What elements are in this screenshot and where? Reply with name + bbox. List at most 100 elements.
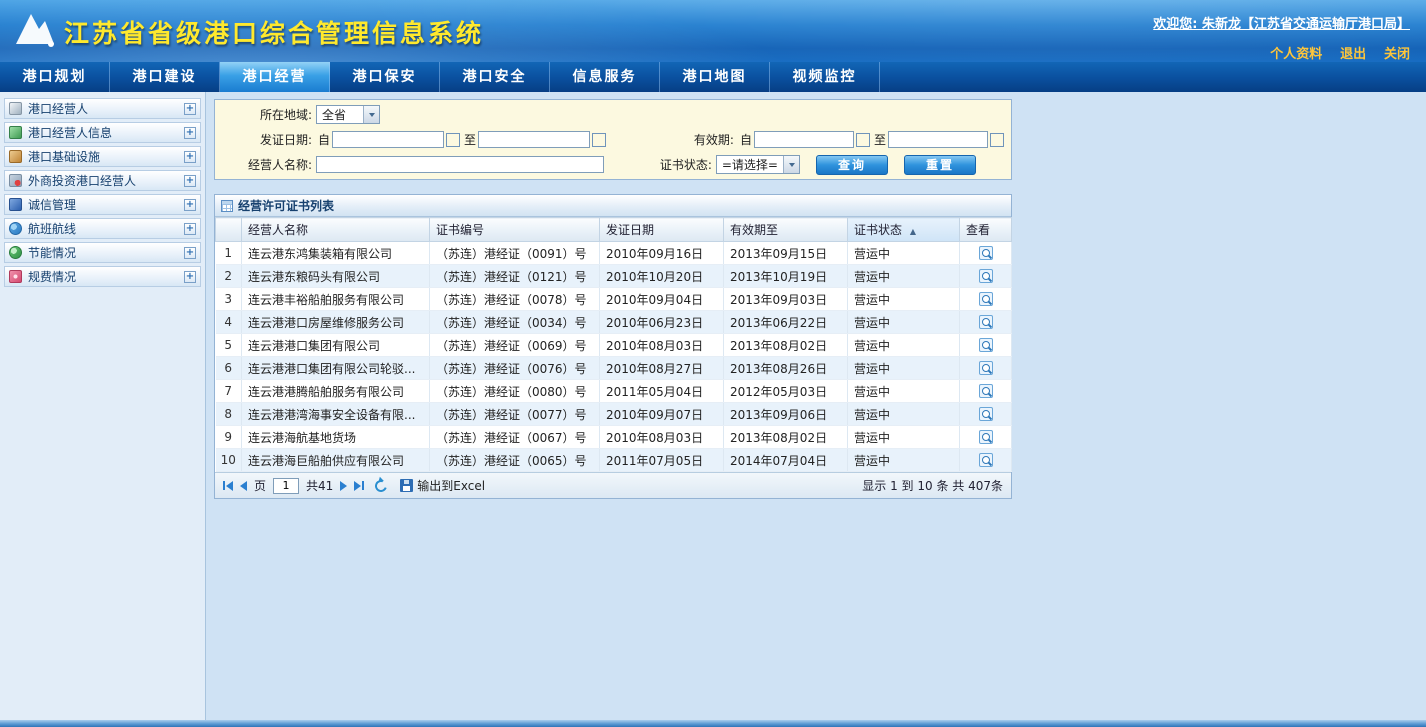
view-icon[interactable] [979,407,993,421]
tab-port-security[interactable]: 港口保安 [330,62,440,92]
operator-info-icon [9,126,22,139]
view-icon[interactable] [979,269,993,283]
expand-icon[interactable]: + [184,103,196,115]
sidebar-item-label: 港口经营人信息 [28,124,184,141]
view-icon[interactable] [979,315,993,329]
table-row[interactable]: 6 连云港港口集团有限公司轮驳... （苏连）港经证（0076）号 2010年0… [216,357,1012,380]
view-icon[interactable] [979,246,993,260]
column-header-valid-until[interactable]: 有效期至 [724,218,848,242]
column-header-cert-no[interactable]: 证书编号 [430,218,600,242]
tab-port-operation[interactable]: 港口经营 [220,62,330,92]
view-icon[interactable] [979,292,993,306]
table-row[interactable]: 3 连云港丰裕船舶服务有限公司 （苏连）港经证（0078）号 2010年09月0… [216,288,1012,311]
table-row[interactable]: 4 连云港港口房屋维修服务公司 （苏连）港经证（0034）号 2010年06月2… [216,311,1012,334]
operator-name-input[interactable] [316,156,604,173]
status-select[interactable]: =请选择= [716,155,800,174]
sidebar-item-label: 航班航线 [28,220,184,237]
table-row[interactable]: 5 连云港港口集团有限公司 （苏连）港经证（0069）号 2010年08月03日… [216,334,1012,357]
energy-icon [9,246,22,259]
expand-icon[interactable]: + [184,127,196,139]
table-row[interactable]: 2 连云港东粮码头有限公司 （苏连）港经证（0121）号 2010年10月20日… [216,265,1012,288]
pagination-bar: 页 共41 输出到Excel 显示 1 到 10 条 共 407条 [215,472,1011,498]
issue-date-label: 发证日期: [220,131,316,148]
license-table: 经营人名称 证书编号 发证日期 有效期至 证书状态 ▲ 查看 1 连 [215,217,1012,472]
sidebar-item-operator-info[interactable]: 港口经营人信息 + [4,122,201,143]
validity-to-input[interactable] [888,131,988,148]
tab-port-safety[interactable]: 港口安全 [440,62,550,92]
sidebar-item-port-operator[interactable]: 港口经营人 + [4,98,201,119]
status-select-value: =请选择= [717,156,783,173]
expand-icon[interactable]: + [184,199,196,211]
calendar-icon[interactable] [592,133,606,147]
prev-page-button[interactable] [240,481,247,491]
page-input[interactable] [273,478,299,494]
tab-port-planning[interactable]: 港口规划 [0,62,110,92]
sidebar-item-routes[interactable]: 航班航线 + [4,218,201,239]
region-select[interactable]: 全省 [316,105,380,124]
view-icon[interactable] [979,430,993,444]
document-icon [9,102,22,115]
sidebar-item-label: 规费情况 [28,268,184,285]
table-title-bar: 经营许可证书列表 [215,195,1011,217]
column-header-name[interactable]: 经营人名称 [242,218,430,242]
view-icon[interactable] [979,338,993,352]
calendar-icon[interactable] [990,133,1004,147]
sidebar: 港口经营人 + 港口经营人信息 + 港口基础设施 + 外商投资港口经营人 + 诚… [0,92,206,720]
table-row[interactable]: 1 连云港东鸿集装箱有限公司 （苏连）港经证（0091）号 2010年09月16… [216,242,1012,265]
expand-icon[interactable]: + [184,247,196,259]
table-row[interactable]: 8 连云港港湾海事安全设备有限... （苏连）港经证（0077）号 2010年0… [216,403,1012,426]
sidebar-item-label: 节能情况 [28,244,184,261]
logout-link[interactable]: 退出 [1340,47,1366,62]
sidebar-item-infrastructure[interactable]: 港口基础设施 + [4,146,201,167]
last-page-button[interactable] [354,481,364,491]
sidebar-item-credit-management[interactable]: 诚信管理 + [4,194,201,215]
tab-port-construction[interactable]: 港口建设 [110,62,220,92]
issue-date-from-input[interactable] [332,131,444,148]
expand-icon[interactable]: + [184,223,196,235]
table-row[interactable]: 10 连云港海巨船舶供应有限公司 （苏连）港经证（0065）号 2011年07月… [216,449,1012,472]
license-table-panel: 经营许可证书列表 经营人名称 证书编号 发证日期 有效期至 证书状态 [214,194,1012,499]
column-header-status[interactable]: 证书状态 ▲ [848,218,960,242]
export-excel-button[interactable]: 输出到Excel [400,477,485,494]
view-icon[interactable] [979,453,993,467]
status-header-label: 证书状态 [854,223,902,237]
welcome-text: 欢迎您: 朱新龙【江苏省交通运输厅港口局】 [1153,13,1410,32]
expand-icon[interactable]: + [184,175,196,187]
column-header-index [216,218,242,242]
sidebar-item-energy-saving[interactable]: 节能情况 + [4,242,201,263]
query-button[interactable]: 查询 [816,155,888,175]
table-row[interactable]: 7 连云港港腾船舶服务有限公司 （苏连）港经证（0080）号 2011年05月0… [216,380,1012,403]
to-label: 至 [464,131,476,148]
validity-from-input[interactable] [754,131,854,148]
calendar-icon[interactable] [856,133,870,147]
reset-button[interactable]: 重置 [904,155,976,175]
first-page-button[interactable] [223,481,233,491]
expand-icon[interactable]: + [184,271,196,283]
expand-icon[interactable]: + [184,151,196,163]
tab-port-map[interactable]: 港口地图 [660,62,770,92]
close-link[interactable]: 关闭 [1384,47,1410,62]
record-summary: 显示 1 到 10 条 共 407条 [862,477,1003,494]
column-header-issue-date[interactable]: 发证日期 [600,218,724,242]
calendar-icon[interactable] [446,133,460,147]
tab-video-monitor[interactable]: 视频监控 [770,62,880,92]
main-nav: 港口规划 港口建设 港口经营 港口保安 港口安全 信息服务 港口地图 视频监控 [0,62,1426,92]
refresh-icon[interactable] [373,478,389,494]
tab-information-service[interactable]: 信息服务 [550,62,660,92]
from-label: 自 [740,131,752,148]
from-label: 自 [318,131,330,148]
table-row[interactable]: 9 连云港海航基地货场 （苏连）港经证（0067）号 2010年08月03日 2… [216,426,1012,449]
total-pages-label: 共41 [306,477,333,494]
view-icon[interactable] [979,361,993,375]
sidebar-item-foreign-operator[interactable]: 外商投资港口经营人 + [4,170,201,191]
profile-link[interactable]: 个人资料 [1270,47,1322,62]
page-title: 江苏省省级港口综合管理信息系统 [64,14,484,50]
table-header-row: 经营人名称 证书编号 发证日期 有效期至 证书状态 ▲ 查看 [216,218,1012,242]
page-label: 页 [254,477,266,494]
region-select-value: 全省 [317,106,363,123]
view-icon[interactable] [979,384,993,398]
next-page-button[interactable] [340,481,347,491]
sidebar-item-fees[interactable]: 规费情况 + [4,266,201,287]
issue-date-to-input[interactable] [478,131,590,148]
sidebar-item-label: 港口经营人 [28,100,184,117]
